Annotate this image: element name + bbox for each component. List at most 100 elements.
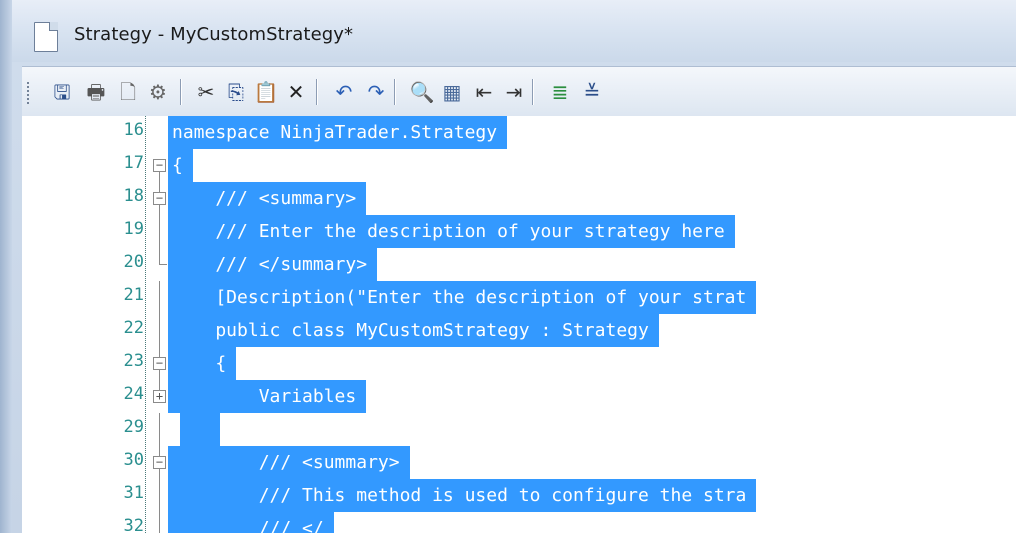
code-line[interactable]: 19 /// Enter the description of your str… (22, 215, 1016, 248)
code-text: Variables (168, 380, 367, 413)
fold-line (159, 314, 160, 347)
code-text: public class MyCustomStrategy : Strategy (168, 314, 659, 347)
fold-marker (153, 281, 167, 314)
find-icon[interactable]: 🔍 (410, 80, 435, 104)
fold-line (159, 172, 160, 182)
line-number: 23 (123, 351, 144, 371)
line-number: 22 (123, 318, 144, 338)
delete-icon[interactable]: ✕ (284, 80, 308, 104)
uncomment-icon[interactable]: ≚ (580, 80, 604, 104)
fold-line (159, 248, 160, 265)
print-preview-icon[interactable]: 🗋 (116, 80, 140, 104)
line-number: 19 (123, 219, 144, 239)
window-title: Strategy - MyCustomStrategy* (74, 24, 354, 45)
collapse-icon[interactable]: − (153, 456, 166, 469)
fold-marker[interactable]: − (153, 446, 167, 479)
code-line[interactable]: 17−{ (22, 149, 1016, 182)
code-text (180, 413, 220, 446)
code-text: /// Enter the description of your strate… (168, 215, 735, 248)
copy-icon[interactable]: ⎘ (224, 80, 248, 104)
line-number: 32 (123, 516, 144, 533)
comment-icon[interactable]: ≣ (548, 80, 572, 104)
title-bar[interactable]: Strategy - MyCustomStrategy* (12, 0, 1016, 62)
fold-line (159, 446, 160, 456)
outdent-icon[interactable]: ⇤ (472, 80, 496, 104)
toolbar: 🖫 🖶 🗋 ⚙ ✂ ⎘ 📋 ✕ ↶ ↷ 🔍 ▦ ⇤ ⇥ ≣ ≚ (22, 66, 1016, 116)
line-number: 24 (123, 384, 144, 404)
fold-marker[interactable]: − (153, 182, 167, 215)
line-number: 17 (123, 153, 144, 173)
code-line[interactable]: 22 public class MyCustomStrategy : Strat… (22, 314, 1016, 347)
redo-icon[interactable]: ↷ (364, 80, 388, 104)
fold-line (159, 205, 160, 215)
fold-end (159, 264, 167, 265)
fold-marker (153, 479, 167, 512)
code-text: /// </summary> (168, 248, 378, 281)
fold-line (159, 215, 160, 248)
print-icon[interactable]: 🖶 (84, 80, 108, 104)
collapse-icon[interactable]: − (153, 357, 166, 370)
code-line[interactable]: 32 /// </ (22, 512, 1016, 533)
line-number: 29 (123, 417, 144, 437)
line-number: 21 (123, 285, 144, 305)
expand-icon[interactable]: + (153, 390, 166, 403)
code-line[interactable]: 31 /// This method is used to configure … (22, 479, 1016, 512)
fold-marker (153, 314, 167, 347)
toolbar-separator (394, 79, 395, 105)
fold-marker[interactable]: − (153, 149, 167, 182)
toolbar-separator (180, 79, 181, 105)
toolbar-separator (532, 79, 533, 105)
code-text: /// <summary> (168, 446, 410, 479)
fold-marker[interactable]: − (153, 347, 167, 380)
code-line[interactable]: 30− /// <summary> (22, 446, 1016, 479)
page-setup-icon[interactable]: ⚙ (146, 80, 170, 104)
code-line[interactable]: 20 /// </summary> (22, 248, 1016, 281)
code-line[interactable]: 23− { (22, 347, 1016, 380)
cut-icon[interactable]: ✂ (194, 80, 218, 104)
indent-icon[interactable]: ⇥ (502, 80, 526, 104)
line-number: 18 (123, 186, 144, 206)
fold-line (159, 380, 160, 390)
save-icon[interactable]: 🖫 (50, 80, 74, 104)
toolbar-grip[interactable] (26, 81, 30, 105)
fold-line (159, 512, 160, 533)
toolbar-separator (316, 79, 317, 105)
code-editor[interactable]: 16 namespace NinjaTrader.Strategy 17−{18− … (22, 116, 1016, 533)
fold-marker (153, 248, 167, 281)
fold-marker (153, 413, 167, 446)
collapse-icon[interactable]: − (153, 192, 166, 205)
code-text: /// <summary> (168, 182, 367, 215)
line-number: 20 (123, 252, 144, 272)
document-icon (34, 22, 58, 52)
fold-line (159, 281, 160, 314)
code-text: /// </ (168, 512, 334, 533)
code-line[interactable]: 18− /// <summary> (22, 182, 1016, 215)
replace-icon[interactable]: ▦ (440, 80, 464, 104)
line-number: 30 (123, 450, 144, 470)
collapse-icon[interactable]: − (153, 159, 166, 172)
window-left-edge (0, 0, 12, 533)
editor-window: Strategy - MyCustomStrategy* 🖫 🖶 🗋 ⚙ ✂ ⎘ 📋 ✕ ↶ ↷ 🔍… (0, 0, 1016, 533)
line-number: 16 (123, 120, 144, 140)
code-text: /// This method is used to configure the… (168, 479, 757, 512)
fold-line (159, 182, 160, 192)
line-number: 31 (123, 483, 144, 503)
fold-line (159, 469, 160, 479)
fold-marker (153, 215, 167, 248)
code-text: { (168, 149, 193, 182)
undo-icon[interactable]: ↶ (332, 80, 356, 104)
fold-line (159, 413, 160, 446)
code-line[interactable]: 24 + Variables (22, 380, 1016, 413)
code-text: [Description("Enter the description of y… (168, 281, 757, 314)
paste-icon[interactable]: 📋 (254, 80, 279, 104)
code-text: { (168, 347, 237, 380)
code-line[interactable]: 16 namespace NinjaTrader.Strategy (22, 116, 1016, 149)
code-line[interactable]: 21 [Description("Enter the description o… (22, 281, 1016, 314)
fold-line (159, 370, 160, 380)
fold-marker (153, 512, 167, 533)
code-text: namespace NinjaTrader.Strategy (168, 116, 508, 149)
fold-marker[interactable]: + (153, 380, 167, 413)
fold-line (159, 479, 160, 512)
fold-line (159, 347, 160, 357)
code-line[interactable]: 29 (22, 413, 1016, 446)
